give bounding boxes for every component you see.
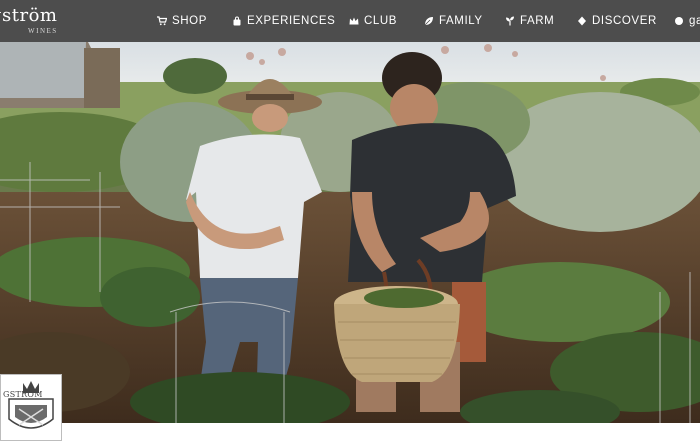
nav-label-gifts: ga <box>689 15 700 27</box>
top-navbar: gström WINES SHOP EXPERIENCES CLUB FAMIL… <box>0 0 700 42</box>
nav-item-farm[interactable]: FARM <box>505 12 554 30</box>
leaf-icon <box>424 17 433 26</box>
nav-label-farm: FARM <box>520 15 555 27</box>
crest-logo-card[interactable]: GSTRÖM <box>0 374 62 441</box>
nav-item-gifts[interactable]: ga <box>674 12 700 30</box>
barn <box>0 42 120 108</box>
nav-label-club: CLUB <box>364 15 398 27</box>
brand-logo[interactable]: gström WINES <box>0 5 90 37</box>
diamond-icon <box>578 16 586 26</box>
nav-label-shop: SHOP <box>172 15 207 27</box>
nav-item-shop[interactable]: SHOP <box>157 12 207 30</box>
sprout-icon <box>506 16 514 26</box>
crest-text: GSTRÖM <box>3 390 43 399</box>
garden-harvest-illustration <box>0 42 700 423</box>
nav-label-experiences: EXPERIENCES <box>247 15 336 27</box>
crown-icon <box>349 17 359 25</box>
nav-label-family: FAMILY <box>439 15 483 27</box>
gift-icon <box>675 17 683 25</box>
nav-item-experiences[interactable]: EXPERIENCES <box>232 12 335 30</box>
crest-icon <box>8 381 54 429</box>
page-content-edge <box>0 423 700 441</box>
hero-photo <box>0 42 700 423</box>
brand-subtitle: WINES <box>28 27 58 35</box>
nav-label-discover: DISCOVER <box>592 15 657 27</box>
bag-icon <box>233 16 241 26</box>
brand-name: gström <box>0 5 58 26</box>
cart-icon <box>157 16 167 26</box>
nav-item-family[interactable]: FAMILY <box>424 12 483 30</box>
nav-item-discover[interactable]: DISCOVER <box>577 12 657 30</box>
nav-item-club[interactable]: CLUB <box>349 12 397 30</box>
